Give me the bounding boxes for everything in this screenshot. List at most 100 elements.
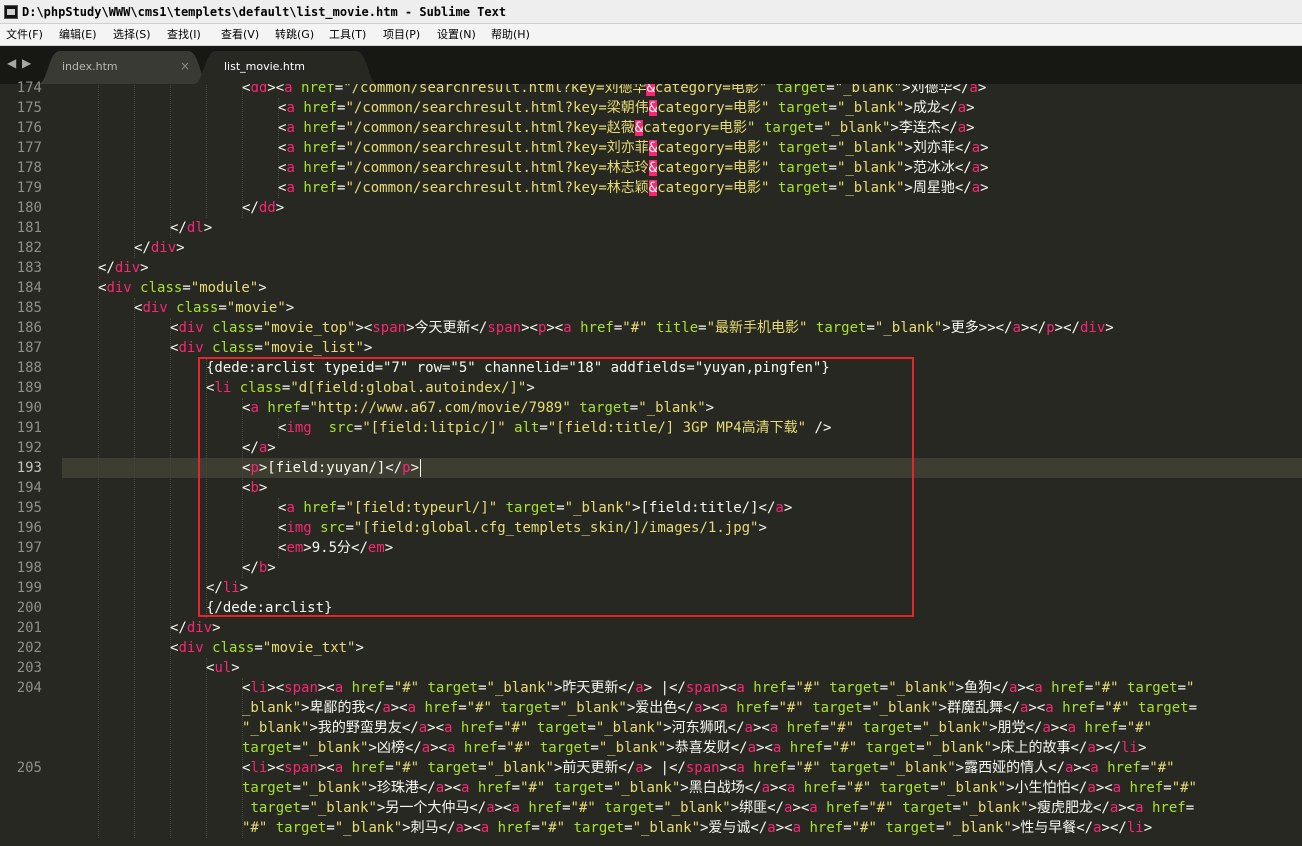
menu-edit[interactable]: 编辑(E) <box>59 27 97 43</box>
code-token: = <box>828 140 837 156</box>
code-token: >小生怕怕</ <box>1006 780 1088 796</box>
code-token: </ <box>170 620 187 636</box>
line-number: 184 <box>16 280 42 296</box>
code-token: class <box>212 320 255 336</box>
tab-index-label: index.htm <box>62 60 118 73</box>
indent-guide <box>206 84 207 218</box>
code-token: </ <box>242 440 259 456</box>
code-line: <b> <box>242 478 267 498</box>
code-line: <a href="http://www.a67.com/movie/7989" … <box>242 398 714 418</box>
code-token: >< <box>1050 720 1068 736</box>
code-token: = <box>930 780 939 796</box>
code-token: "_blank" <box>612 780 681 796</box>
menu-file[interactable]: 文件(F) <box>6 27 43 43</box>
menu-tools[interactable]: 工具(T) <box>329 27 366 43</box>
code-token: a <box>971 140 981 156</box>
code-token: & <box>634 120 644 136</box>
code-token: >爱与诚</ <box>700 820 768 836</box>
code-token: >黑白战场</ <box>680 780 762 796</box>
code-token: >卑鄙的我</ <box>301 700 383 716</box>
code-token: = <box>254 320 263 336</box>
code-token: href <box>1151 800 1186 816</box>
menu-help[interactable]: 帮助(H) <box>491 27 530 43</box>
code-token: = <box>1177 680 1187 696</box>
code-token: = <box>385 760 394 776</box>
line-number: 205 <box>16 760 42 776</box>
code-token: "#" <box>539 820 566 836</box>
line-number: 174 <box>16 80 42 96</box>
code-token: >昨天更新</ <box>553 680 636 696</box>
code-token: = <box>254 640 263 656</box>
code-token: > <box>526 380 535 396</box>
code-token: </ <box>206 580 223 596</box>
code-token: div <box>114 260 141 276</box>
code-token: a <box>969 84 978 96</box>
menu-goto[interactable]: 转跳(G) <box>275 27 314 43</box>
code-token: a <box>382 700 391 716</box>
code-token: target <box>579 400 630 416</box>
code-token: = <box>1140 760 1150 776</box>
code-token: target <box>536 720 588 736</box>
code-token: div <box>186 620 213 636</box>
code-token: = <box>952 800 962 816</box>
line-number: 204 <box>16 680 42 696</box>
code-token: ></ <box>1101 820 1127 836</box>
menu-selection[interactable]: 选择(S) <box>113 27 151 43</box>
line-number: 185 <box>16 300 42 316</box>
code-token: = <box>862 700 872 716</box>
code-token: > <box>176 240 185 256</box>
code-token: </ <box>242 200 259 216</box>
code-token: >< <box>390 700 408 716</box>
menu-preferences[interactable]: 设置(N) <box>437 27 476 43</box>
tab-scroll-right-icon[interactable]: ▶ <box>22 55 31 71</box>
menu-project[interactable]: 项目(P) <box>383 27 420 43</box>
code-token: a <box>767 820 776 836</box>
code-token: >周星驰</ <box>904 180 972 196</box>
code-line: <div class="movie"> <box>134 298 294 318</box>
code-token: "_blank" <box>836 140 905 156</box>
code-token: a <box>747 740 756 756</box>
code-token: >性与早餐</ <box>1011 820 1094 836</box>
code-token: href <box>753 680 788 696</box>
code-token: li <box>250 680 268 696</box>
code-token: >我的野蛮男友</ <box>309 720 419 736</box>
code-token: "#" <box>778 700 804 716</box>
code-token: "_blank" <box>564 500 633 516</box>
code-token: > <box>355 640 364 656</box>
code-token: = <box>823 740 832 756</box>
code-token: > <box>980 160 989 176</box>
close-icon[interactable]: × <box>180 59 190 73</box>
tab-scroll-left-icon[interactable]: ◀ <box>7 55 16 71</box>
code-token: >< <box>546 320 564 336</box>
code-token: "[field:global.cfg_templets_skin/]/image… <box>353 520 759 536</box>
code-token: class <box>212 340 255 356</box>
tab-index-htm[interactable]: index.htm × <box>38 51 210 84</box>
code-token: span <box>685 760 720 776</box>
code-line: target="_blank">另一个大仲马</a><a href="#" ta… <box>242 798 1194 818</box>
code-token: = <box>837 780 846 796</box>
code-token: li <box>1126 820 1144 836</box>
code-token: category=电影" <box>657 140 770 156</box>
code-editor[interactable]: <dd><a href="/common/searchresult.html?k… <box>62 84 1302 846</box>
menu-find[interactable]: 查找(I) <box>167 27 201 43</box>
tab-list-movie-htm[interactable]: list_movie.htm <box>194 51 378 84</box>
code-token: a <box>1045 700 1054 716</box>
code-token: "_blank" <box>921 720 990 736</box>
code-token: div <box>106 280 132 296</box>
code-token: >< <box>494 800 512 816</box>
title-bar: D:\phpStudy\WWW\cms1\templets\default\li… <box>0 0 1302 24</box>
code-token: target <box>829 760 880 776</box>
menu-view[interactable]: 查看(V) <box>221 27 259 43</box>
